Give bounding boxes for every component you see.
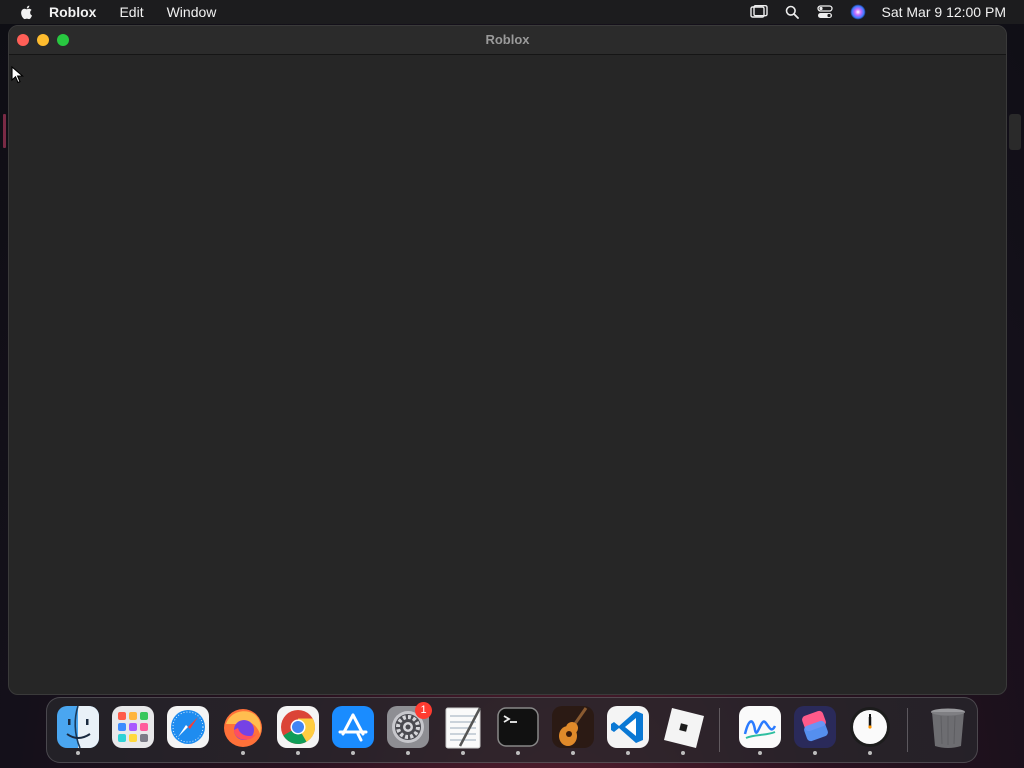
dock-shortcuts[interactable]: [792, 704, 838, 755]
launchpad-icon: [112, 706, 154, 748]
running-indicator: [868, 751, 872, 755]
dock-freeform[interactable]: [737, 704, 783, 755]
apple-icon[interactable]: [19, 4, 35, 20]
running-indicator: [351, 751, 355, 755]
trash-icon: [931, 708, 965, 748]
background-window-edge-right: [1009, 114, 1021, 150]
dock-garageband[interactable]: [550, 704, 596, 755]
running-indicator: [296, 751, 300, 755]
window-titlebar[interactable]: Roblox: [9, 26, 1006, 55]
running-indicator: [758, 751, 762, 755]
dock-app-store[interactable]: [330, 704, 376, 755]
firefox-icon: [224, 709, 262, 747]
dock-finder[interactable]: [55, 704, 101, 755]
terminal-icon: [497, 707, 539, 747]
running-indicator: [813, 751, 817, 755]
menu-edit[interactable]: Edit: [119, 0, 143, 24]
dock-chrome[interactable]: [275, 704, 321, 755]
dock: 1: [46, 697, 978, 763]
freeform-icon: [739, 706, 781, 748]
window-content[interactable]: [9, 55, 1006, 694]
textedit-icon: [445, 707, 482, 749]
dock-vscode[interactable]: [605, 704, 651, 755]
search-icon[interactable]: [783, 4, 801, 20]
roblox-icon: [664, 708, 704, 748]
finder-icon: [57, 705, 99, 749]
running-indicator: [571, 751, 575, 755]
dock-roblox[interactable]: [660, 704, 706, 755]
notification-badge: 1: [415, 702, 432, 719]
garageband-icon: [552, 706, 594, 748]
dock-textedit[interactable]: [440, 704, 486, 755]
running-indicator: [626, 751, 630, 755]
menu-clock[interactable]: Sat Mar 9 12:00 PM: [881, 4, 1006, 20]
menu-bar: Roblox Edit Window Sat Mar 9 12:00 PM: [0, 0, 1024, 24]
dock-launchpad[interactable]: [110, 704, 156, 750]
dock-system-preferences[interactable]: 1: [385, 702, 432, 755]
roblox-window: Roblox: [8, 25, 1007, 695]
running-indicator: [681, 751, 685, 755]
clock-icon: [850, 707, 890, 747]
siri-icon[interactable]: [849, 4, 867, 20]
dock-separator: [719, 708, 720, 752]
dock-firefox[interactable]: [220, 704, 266, 755]
running-indicator: [76, 751, 80, 755]
shortcuts-icon: [794, 706, 836, 748]
control-center-icon[interactable]: [816, 4, 834, 20]
app-store-icon: [332, 706, 374, 748]
dock-trash[interactable]: [925, 704, 971, 750]
dock-clock[interactable]: [847, 704, 893, 755]
menu-window[interactable]: Window: [167, 0, 217, 24]
dock-terminal[interactable]: [495, 704, 541, 755]
running-indicator: [461, 751, 465, 755]
vscode-icon: [607, 706, 649, 748]
running-indicator: [406, 751, 410, 755]
safari-icon: [167, 706, 209, 748]
mouse-cursor-icon: [11, 66, 24, 84]
background-window-edge: [3, 114, 6, 148]
screen-mirroring-icon[interactable]: [750, 4, 769, 20]
running-indicator: [516, 751, 520, 755]
dock-separator: [907, 708, 908, 752]
dock-safari[interactable]: [165, 704, 211, 750]
chrome-icon: [277, 706, 319, 748]
menu-app-name[interactable]: Roblox: [49, 0, 96, 24]
window-title: Roblox: [485, 32, 530, 47]
running-indicator: [241, 751, 245, 755]
